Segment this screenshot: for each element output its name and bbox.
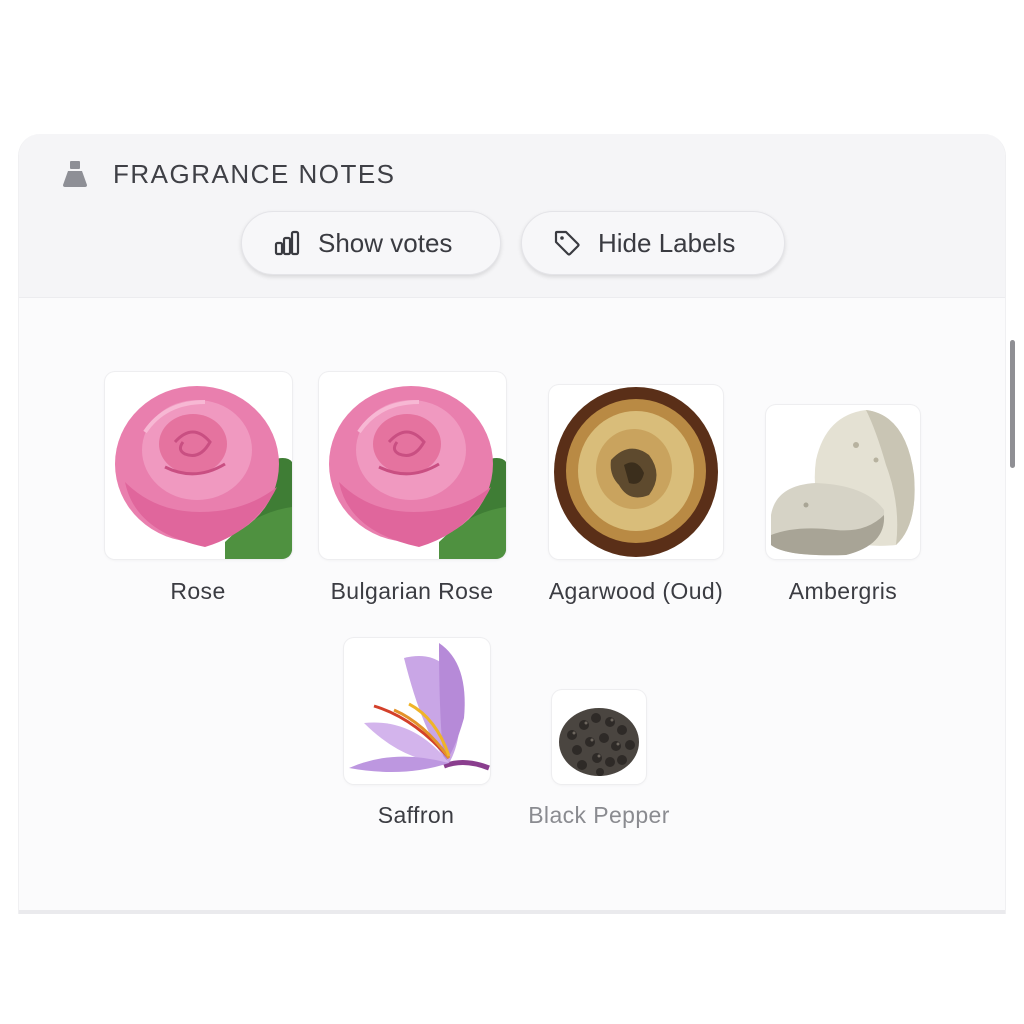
note-label-ambergris: Ambergris xyxy=(788,578,898,604)
tag-icon xyxy=(552,228,582,258)
note-image-bulgarian-rose[interactable] xyxy=(319,372,506,559)
ambergris-stones-icon xyxy=(771,410,915,556)
show-votes-label: Show votes xyxy=(318,227,453,258)
note-label-black-pepper: Black Pepper xyxy=(528,802,670,828)
hide-labels-button[interactable]: Hide Labels xyxy=(521,211,785,275)
pink-rose-icon xyxy=(329,386,506,559)
section-title: FRAGRANCE NOTES xyxy=(113,158,396,189)
note-label-rose: Rose xyxy=(170,578,226,604)
saffron-flower-icon xyxy=(349,643,490,772)
hide-labels-label: Hide Labels xyxy=(598,227,736,258)
bar-chart-icon xyxy=(272,228,302,258)
card-header: FRAGRANCE NOTES Show votes Hide Labels xyxy=(19,134,1005,298)
note-image-saffron[interactable] xyxy=(344,638,490,784)
card-bottom-divider xyxy=(19,910,1005,914)
fragrance-notes-card: FRAGRANCE NOTES Show votes Hide Labels R… xyxy=(18,134,1006,914)
note-image-agarwood[interactable] xyxy=(549,385,723,559)
note-label-agarwood: Agarwood (Oud) xyxy=(548,578,724,604)
section-title-row: FRAGRANCE NOTES xyxy=(59,156,396,192)
note-label-saffron: Saffron xyxy=(377,802,455,828)
agarwood-slice-icon xyxy=(554,387,718,557)
note-image-rose[interactable] xyxy=(105,372,292,559)
note-image-ambergris[interactable] xyxy=(766,405,920,559)
black-peppercorns-icon xyxy=(559,708,639,776)
note-image-black-pepper[interactable] xyxy=(552,690,646,784)
scrollbar[interactable] xyxy=(1010,340,1015,468)
note-label-bulgarian-rose: Bulgarian Rose xyxy=(330,578,494,604)
pink-rose-icon xyxy=(115,386,292,559)
show-votes-button[interactable]: Show votes xyxy=(241,211,501,275)
perfume-bottle-icon xyxy=(59,158,91,190)
